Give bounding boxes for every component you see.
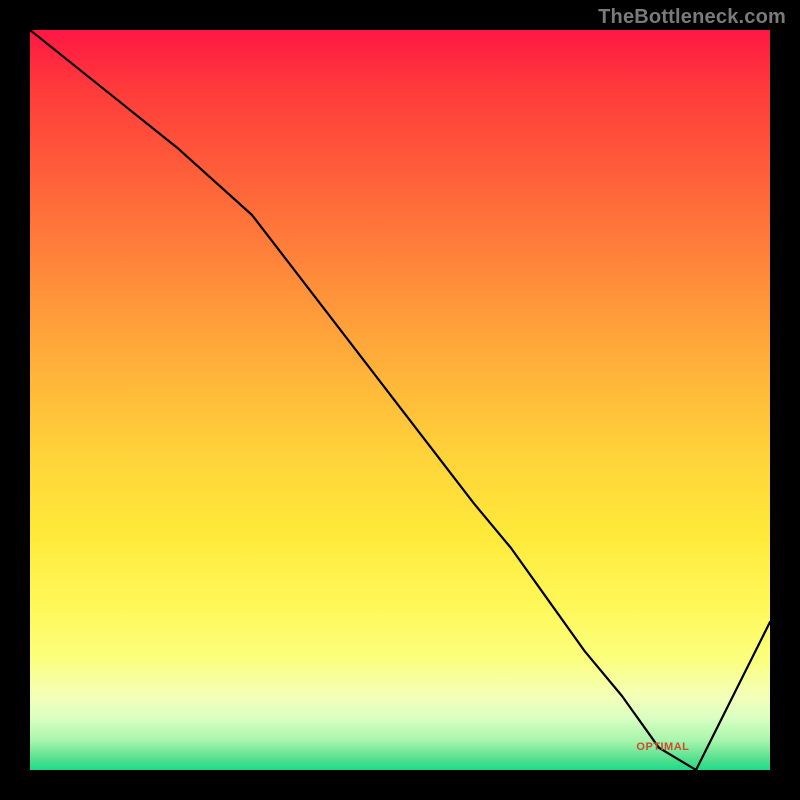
optimal-range-label: OPTIMAL bbox=[636, 741, 689, 753]
chart-frame: TheBottleneck.com OPTIMAL bbox=[0, 0, 800, 800]
watermark-text: TheBottleneck.com bbox=[598, 6, 786, 29]
plot-area: OPTIMAL bbox=[30, 30, 770, 770]
curve-path bbox=[30, 30, 770, 770]
bottleneck-curve bbox=[30, 30, 770, 770]
